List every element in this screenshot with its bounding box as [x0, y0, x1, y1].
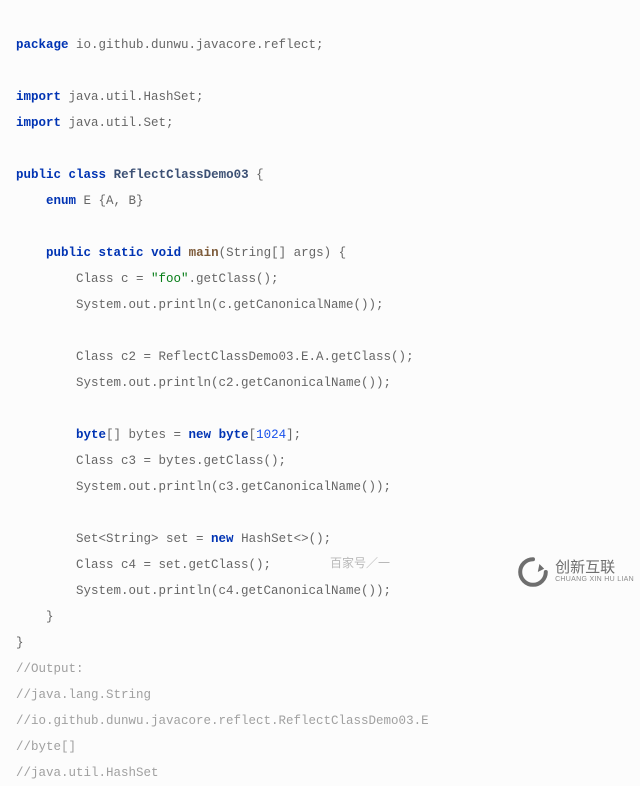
line-println-c2: System.out.println(c2.getCanonicalName()…	[16, 376, 391, 390]
line-println-c3: System.out.println(c3.getCanonicalName()…	[16, 480, 391, 494]
line-c2: Class c2 = ReflectClassDemo03.E.A.getCla…	[16, 350, 414, 364]
keyword-enum: enum	[46, 194, 76, 208]
keyword-static: static	[99, 246, 144, 260]
comment-line-3: //byte[]	[16, 740, 76, 754]
keyword-import: import	[16, 116, 61, 130]
keyword-void: void	[151, 246, 181, 260]
comment-output: //Output:	[16, 662, 84, 676]
keyword-public: public	[16, 168, 61, 182]
comment-line-4: //java.util.HashSet	[16, 766, 159, 780]
line-c3: Class c3 = bytes.getClass();	[16, 454, 286, 468]
line-import-1: import java.util.HashSet;	[16, 90, 204, 104]
line-set: Set<String> set = new HashSet<>();	[16, 532, 331, 546]
watermark-center: 百家号／一	[330, 550, 390, 576]
line-println-c4: System.out.println(c4.getCanonicalName()…	[16, 584, 391, 598]
brace-close-inner: }	[16, 610, 54, 624]
bytes-end: ];	[286, 428, 301, 442]
line-main-sig: public static void main(String[] args) {	[16, 246, 346, 260]
keyword-class: class	[69, 168, 107, 182]
watermark-brand: 创新互联 CHUANG XIN HU LIAN	[517, 556, 634, 588]
line-class-decl: public class ReflectClassDemo03 {	[16, 168, 264, 182]
code-block: package io.github.dunwu.javacore.reflect…	[16, 6, 640, 786]
main-args: (String[] args) {	[219, 246, 347, 260]
brand-text-stack: 创新互联 CHUANG XIN HU LIAN	[555, 560, 634, 584]
comment-line-1: //java.lang.String	[16, 688, 151, 702]
number-1024: 1024	[256, 428, 286, 442]
bytes-pre: [] bytes =	[106, 428, 189, 442]
keyword-import: import	[16, 90, 61, 104]
comment-line-2: //io.github.dunwu.javacore.reflect.Refle…	[16, 714, 429, 728]
bytes-post: [	[249, 428, 257, 442]
package-name: io.github.dunwu.javacore.reflect;	[69, 38, 324, 52]
keyword-public: public	[46, 246, 91, 260]
line-import-2: import java.util.Set;	[16, 116, 174, 130]
indent	[16, 428, 76, 442]
import-name-1: java.util.HashSet;	[61, 90, 204, 104]
method-main: main	[189, 246, 219, 260]
c-after: .getClass();	[189, 272, 279, 286]
keyword-byte: byte	[219, 428, 249, 442]
set-post: HashSet<>();	[234, 532, 332, 546]
c-decl: Class c =	[16, 272, 151, 286]
brace-close-outer: }	[16, 636, 24, 650]
line-c: Class c = "foo".getClass();	[16, 272, 279, 286]
line-package: package io.github.dunwu.javacore.reflect…	[16, 38, 324, 52]
keyword-byte: byte	[76, 428, 106, 442]
line-bytes: byte[] bytes = new byte[1024];	[16, 428, 301, 442]
brace-open: {	[249, 168, 264, 182]
keyword-new: new	[189, 428, 212, 442]
enum-decl: E {A, B}	[76, 194, 144, 208]
set-pre: Set<String> set =	[16, 532, 211, 546]
brand-name-cn: 创新互联	[555, 560, 634, 577]
class-name: ReflectClassDemo03	[114, 168, 249, 182]
line-enum: enum E {A, B}	[16, 194, 144, 208]
line-println-c: System.out.println(c.getCanonicalName())…	[16, 298, 384, 312]
keyword-package: package	[16, 38, 69, 52]
import-name-2: java.util.Set;	[61, 116, 174, 130]
watermark-center-text: 百家号／一	[330, 556, 390, 570]
brand-name-en: CHUANG XIN HU LIAN	[555, 576, 634, 584]
string-foo: "foo"	[151, 272, 189, 286]
line-c4: Class c4 = set.getClass();	[16, 558, 271, 572]
keyword-new: new	[211, 532, 234, 546]
brand-logo-icon	[517, 556, 549, 588]
